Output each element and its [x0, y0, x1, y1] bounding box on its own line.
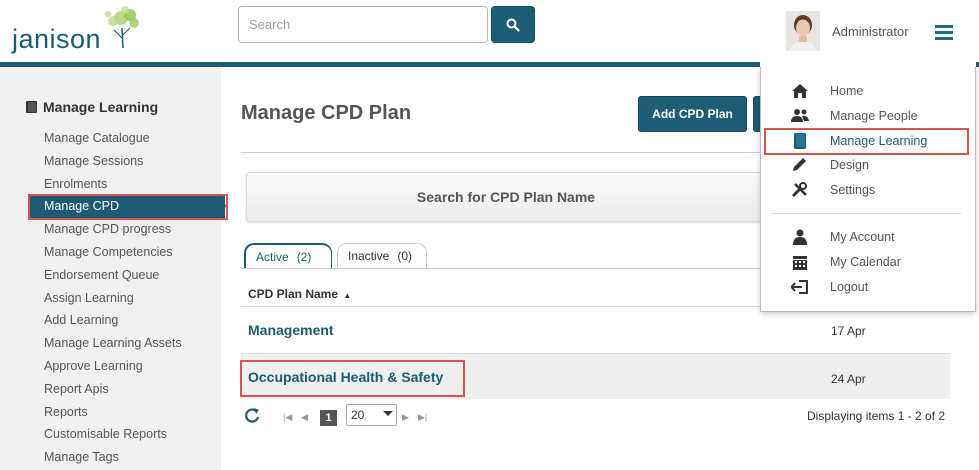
username-label[interactable]: Administrator — [832, 24, 909, 39]
first-page-icon[interactable]: |◀ — [283, 412, 292, 423]
sidebar-item[interactable]: Manage Catalogue — [44, 131, 150, 145]
menu-item-home[interactable]: Home — [760, 80, 976, 102]
sidebar-item[interactable]: Assign Learning — [44, 291, 134, 305]
menu-item-label: Home — [830, 84, 864, 98]
janison-logo[interactable]: janison — [10, 6, 145, 56]
search-icon — [506, 18, 520, 32]
tabs-divider — [241, 268, 761, 269]
search-input[interactable] — [238, 6, 488, 43]
dropdown-connector — [760, 62, 976, 67]
menu-item-logout[interactable]: Logout — [760, 276, 976, 298]
menu-item-design[interactable]: Design — [760, 154, 976, 176]
menu-divider — [771, 213, 961, 214]
tab-inactive-label: Inactive — [348, 249, 390, 263]
hamburger-menu-icon[interactable] — [935, 25, 953, 40]
row-date: 17 Apr — [831, 324, 866, 338]
sidebar-item[interactable]: Approve Learning — [44, 359, 143, 373]
highlight-box-manage-learning — [764, 128, 969, 155]
menu-item-my-account[interactable]: My Account — [760, 226, 976, 248]
menu-item-manage-people[interactable]: Manage People — [760, 105, 976, 127]
page-size-select[interactable]: 20 — [346, 404, 397, 426]
highlight-box-manage-cpd — [28, 194, 228, 220]
sort-ascending-icon: ▲ — [343, 291, 352, 300]
pencil-icon — [793, 158, 806, 171]
avatar-photo — [786, 11, 820, 51]
highlight-box-ohs — [240, 360, 465, 397]
search-panel-toggle[interactable]: Search for CPD Plan Name — [246, 172, 766, 222]
menu-item-settings[interactable]: Settings — [760, 179, 976, 201]
column-header-cpd-plan-name[interactable]: CPD Plan Name ▲ — [248, 287, 351, 301]
menu-item-label: My Calendar — [830, 255, 901, 269]
chevron-down-icon — [383, 411, 393, 416]
page-title: Manage CPD Plan — [241, 102, 412, 124]
tab-inactive[interactable]: Inactive (0) — [337, 243, 427, 268]
title-divider — [241, 152, 761, 153]
tools-icon — [791, 182, 807, 198]
book-icon — [26, 101, 37, 113]
menu-item-label: Logout — [830, 280, 869, 294]
page-number-current[interactable]: 1 — [320, 410, 337, 426]
sidebar-item[interactable]: Endorsement Queue — [44, 268, 159, 282]
menu-item-label: Design — [830, 158, 869, 172]
people-icon — [791, 109, 809, 122]
sidebar-item[interactable]: Manage Sessions — [44, 154, 143, 168]
row-date: 24 Apr — [831, 372, 866, 386]
sidebar-item[interactable]: Enrolments — [44, 177, 107, 191]
last-page-icon[interactable]: ▶| — [418, 412, 427, 423]
logo-text: janison — [12, 24, 102, 54]
add-cpd-plan-button[interactable]: Add CPD Plan — [638, 96, 747, 132]
cpd-plan-link-management[interactable]: Management — [248, 322, 334, 338]
next-page-icon[interactable]: ▶ — [402, 412, 409, 423]
logout-icon — [791, 280, 808, 294]
sidebar-item[interactable]: Manage Learning Assets — [44, 336, 182, 350]
tab-active-count: (2) — [296, 249, 312, 264]
pager-info: Displaying items 1 - 2 of 2 — [807, 409, 946, 423]
tab-inactive-count: (0) — [397, 249, 413, 263]
sidebar-item[interactable]: Customisable Reports — [44, 427, 167, 441]
avatar[interactable] — [786, 11, 820, 51]
menu-item-label: Settings — [830, 183, 876, 197]
search-button[interactable] — [491, 6, 535, 43]
prev-page-icon[interactable]: ◀ — [301, 412, 308, 423]
sidebar-item[interactable]: Manage Tags — [44, 450, 119, 464]
user-icon — [793, 229, 807, 245]
sidebar-item[interactable]: Report Apis — [44, 382, 109, 396]
sidebar-item[interactable]: Manage Competencies — [44, 245, 173, 259]
page-size-value: 20 — [351, 408, 365, 422]
tab-active[interactable]: Active (2) — [244, 243, 332, 268]
refresh-icon[interactable] — [243, 406, 261, 424]
menu-item-label: My Account — [830, 230, 895, 244]
tab-active-label: Active — [256, 249, 289, 264]
sidebar-heading-label: Manage Learning — [43, 99, 159, 115]
menu-item-my-calendar[interactable]: My Calendar — [760, 251, 976, 273]
sidebar-item[interactable]: Add Learning — [44, 313, 118, 327]
home-icon — [792, 84, 808, 98]
column-header-label: CPD Plan Name — [248, 287, 339, 301]
sidebar-item[interactable]: Manage CPD progress — [44, 222, 171, 236]
sidebar-item[interactable]: Reports — [44, 405, 88, 419]
calendar-icon — [793, 256, 807, 270]
sidebar-heading[interactable]: Manage Learning — [26, 99, 158, 115]
menu-item-label: Manage People — [830, 109, 918, 123]
